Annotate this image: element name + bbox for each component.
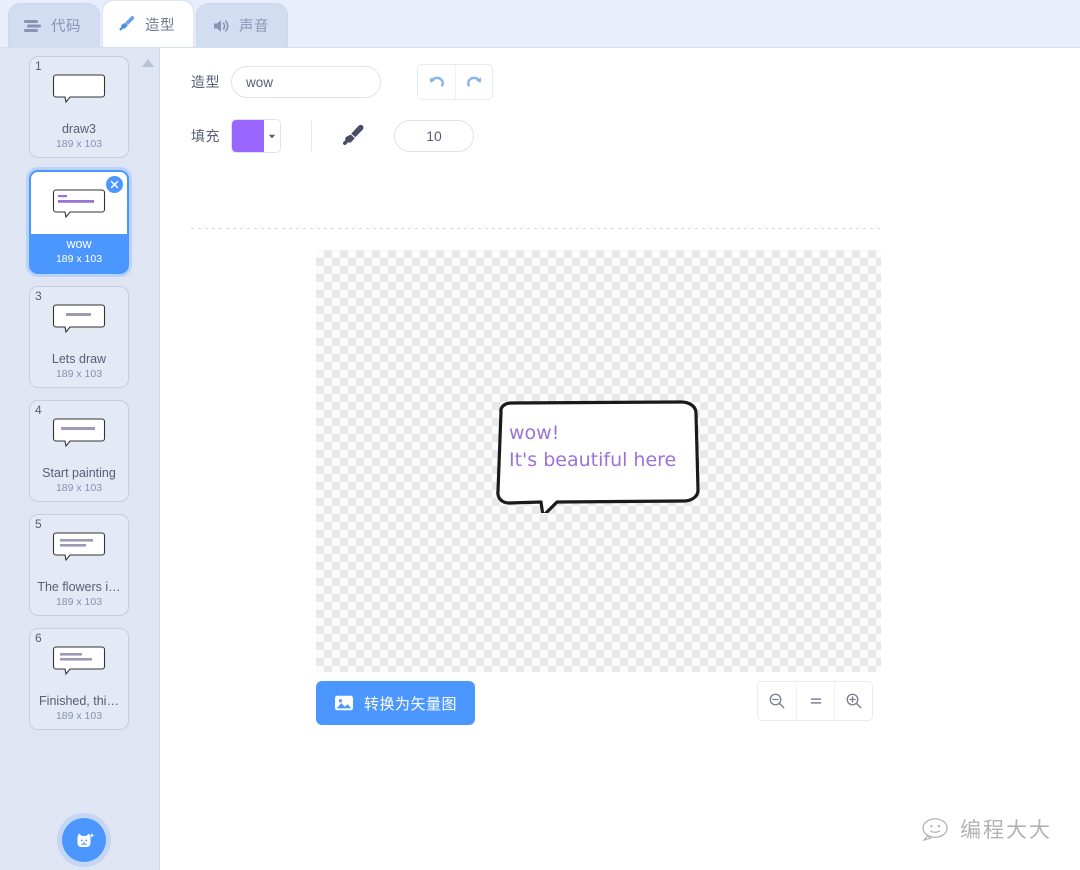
costume-name: Lets draw: [51, 352, 107, 366]
tab-costume[interactable]: 造型: [102, 0, 194, 47]
costume-index: 4: [35, 403, 42, 417]
costume-index: 2: [36, 174, 43, 188]
image-icon: [335, 695, 353, 711]
toolbar-divider: [311, 121, 312, 151]
tab-code[interactable]: 代码: [8, 3, 100, 47]
costume-size: 189 x 103: [55, 253, 103, 265]
redo-arrow-icon: [466, 76, 482, 87]
costume-item-2[interactable]: 2 wow 189 x 103: [29, 170, 129, 274]
zoom-out-button[interactable]: [758, 682, 796, 720]
costume-index: 1: [35, 59, 42, 73]
undo-redo-group: [417, 64, 493, 100]
costume-index: 6: [35, 631, 42, 645]
costume-name-row: 造型: [191, 62, 1051, 102]
tab-sound-label: 声音: [239, 19, 269, 35]
costume-thumbnail: [30, 629, 128, 691]
redo-button[interactable]: [455, 65, 492, 99]
brush-size-icon-wrap: [336, 119, 370, 153]
tab-sound[interactable]: 声音: [196, 3, 288, 47]
costume-name: The flowers i…: [37, 580, 121, 594]
speech-bubble-drawing: [496, 400, 700, 513]
tab-code-label: 代码: [51, 19, 81, 35]
costume-name: draw3: [61, 122, 97, 136]
speech-bubble-thumb-icon: [52, 532, 106, 562]
add-costume-cat-icon: [77, 833, 95, 847]
costume-size: 189 x 103: [55, 138, 103, 150]
costume-thumbnail: [30, 401, 128, 463]
costume-size: 189 x 103: [55, 596, 103, 608]
paint-toolbar: 造型 wow 填充 10: [191, 62, 1051, 160]
drawing-canvas[interactable]: wow! It's beautiful here: [316, 250, 881, 672]
speech-bubble-thumb-icon: [52, 646, 106, 676]
paint-editor: 造型 wow 填充 10 wow! It's beautiful here 转换…: [161, 48, 1080, 870]
add-costume-button[interactable]: [62, 818, 106, 862]
zoom-in-button[interactable]: [834, 682, 872, 720]
code-blocks-icon: [23, 16, 43, 36]
costume-name-label: 造型: [191, 74, 220, 90]
costume-thumbnail: [30, 57, 128, 119]
editor-tab-bar: 代码 造型 声音: [0, 0, 1080, 48]
costume-thumbnail: [30, 515, 128, 577]
fill-label: 填充: [191, 128, 220, 144]
caret-down-icon: [263, 120, 280, 152]
paintbrush-icon: [117, 14, 137, 34]
tab-costume-label: 造型: [145, 17, 175, 34]
undo-arrow-icon: [429, 76, 444, 87]
costume-size: 189 x 103: [55, 710, 103, 722]
costume-item-4[interactable]: 4 Start painting 189 x 103: [29, 400, 129, 502]
speech-bubble-thumb-icon: [52, 304, 106, 334]
costume-sidebar: 1 draw3 189 x 103 2 wow 189 x 103 3 Lets…: [0, 48, 160, 870]
costume-item-6[interactable]: 6 Finished, thi… 189 x 103: [29, 628, 129, 730]
costume-list: 1 draw3 189 x 103 2 wow 189 x 103 3 Lets…: [0, 56, 158, 742]
costume-size: 189 x 103: [55, 368, 103, 380]
close-icon[interactable]: [105, 175, 124, 194]
speech-bubble-thumb-icon: [52, 189, 106, 219]
watermark-text: 编程大大: [960, 818, 1052, 842]
speaker-icon: [211, 16, 231, 36]
cartoon-face-icon: [922, 818, 948, 841]
costume-name: wow: [66, 237, 92, 251]
zoom-reset-button[interactable]: [796, 682, 834, 720]
fill-and-brush-row: 填充: [191, 112, 1051, 160]
fill-color-preview: [232, 120, 264, 152]
costume-name: Finished, thi…: [39, 694, 119, 708]
speech-bubble-thumb-icon: [52, 74, 106, 104]
equals-icon: [810, 698, 821, 704]
costume-index: 5: [35, 517, 42, 531]
costume-size: 189 x 103: [55, 482, 103, 494]
scratch-paint-editor-window: 代码 造型 声音 1 draw3 189 x 103 2 wow 189 x 1…: [0, 0, 1080, 870]
convert-to-vector-label: 转换为矢量图: [364, 695, 458, 713]
toolbar-bottom-divider: [191, 228, 881, 229]
costume-index: 3: [35, 289, 42, 303]
speech-bubble-thumb-icon: [52, 418, 106, 448]
undo-button[interactable]: [418, 65, 455, 99]
brush-size-input[interactable]: [394, 120, 474, 152]
magnifier-plus-icon: [846, 693, 861, 709]
costume-name-input[interactable]: [231, 66, 381, 98]
costume-item-5[interactable]: 5 The flowers i… 189 x 103: [29, 514, 129, 616]
zoom-controls: [757, 681, 873, 721]
watermark: 编程大大: [920, 814, 1052, 844]
fill-color-swatch[interactable]: [231, 119, 281, 153]
costume-thumbnail: [30, 287, 128, 349]
brush-tool-icon: [342, 124, 364, 145]
costume-item-1[interactable]: 1 draw3 189 x 103: [29, 56, 129, 158]
convert-to-vector-button[interactable]: 转换为矢量图: [316, 681, 476, 725]
costume-name: Start painting: [42, 466, 116, 480]
magnifier-minus-icon: [769, 693, 785, 709]
costume-item-3[interactable]: 3 Lets draw 189 x 103: [29, 286, 129, 388]
